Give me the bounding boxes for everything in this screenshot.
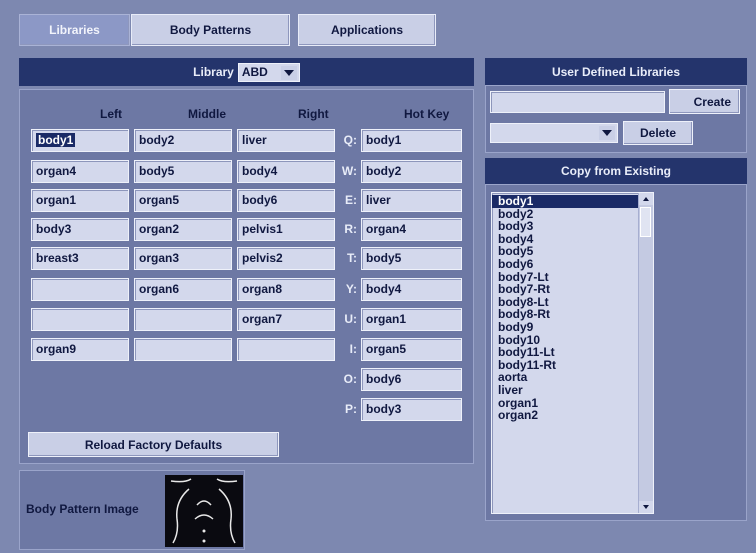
body-outline-icon bbox=[170, 478, 238, 544]
hotkey-key: R: bbox=[344, 222, 357, 236]
scroll-down-icon[interactable] bbox=[639, 501, 653, 513]
hotkey-field[interactable]: body5 bbox=[361, 247, 462, 270]
grid-cell-left[interactable]: organ4 bbox=[31, 160, 129, 183]
user-defined-header: User Defined Libraries bbox=[485, 58, 747, 85]
list-item[interactable]: body11-Lt bbox=[492, 346, 639, 359]
grid-cell-right[interactable]: pelvis1 bbox=[237, 218, 335, 241]
delete-button[interactable]: Delete bbox=[623, 121, 693, 145]
grid-cell-left[interactable]: organ9 bbox=[31, 338, 129, 361]
list-item[interactable]: body9 bbox=[492, 321, 639, 334]
library-label: Library bbox=[193, 65, 234, 79]
tab-libraries[interactable]: Libraries bbox=[19, 14, 130, 46]
hotkey-key: U: bbox=[344, 312, 357, 326]
body-pattern-label: Body Pattern Image bbox=[26, 502, 139, 516]
library-select[interactable]: ABD bbox=[237, 62, 300, 82]
hotkey-field[interactable]: organ5 bbox=[361, 338, 462, 361]
hotkey-field[interactable]: body4 bbox=[361, 278, 462, 301]
hotkey-key: P: bbox=[345, 402, 357, 416]
library-select-value: ABD bbox=[241, 65, 268, 79]
hotkey-field[interactable]: body6 bbox=[361, 368, 462, 391]
grid-cell-left[interactable] bbox=[31, 308, 129, 331]
library-list[interactable]: body1 body2 body3 body4 body5 body6 body… bbox=[491, 192, 654, 514]
body-pattern-image bbox=[165, 475, 243, 547]
hotkey-key: Q: bbox=[343, 133, 357, 147]
hotkey-key: E: bbox=[345, 193, 357, 207]
hotkey-key: Y: bbox=[345, 282, 357, 296]
hotkey-field[interactable]: body1 bbox=[361, 129, 462, 152]
grid-cell-right[interactable]: pelvis2 bbox=[237, 247, 335, 270]
hotkey-field[interactable]: organ4 bbox=[361, 218, 462, 241]
grid-cell-right[interactable]: organ7 bbox=[237, 308, 335, 331]
grid-cell-left[interactable]: body1 bbox=[31, 129, 129, 152]
tab-body-patterns[interactable]: Body Patterns bbox=[131, 14, 290, 46]
grid-cell-left[interactable]: body3 bbox=[31, 218, 129, 241]
grid-cell-middle[interactable]: body5 bbox=[134, 160, 232, 183]
list-scrollbar[interactable] bbox=[638, 193, 653, 513]
grid-cell-middle[interactable]: body2 bbox=[134, 129, 232, 152]
grid-cell-text: body1 bbox=[36, 133, 76, 147]
grid-cell-right[interactable]: organ8 bbox=[237, 278, 335, 301]
copy-existing-header: Copy from Existing bbox=[485, 158, 747, 184]
tab-applications[interactable]: Applications bbox=[298, 14, 436, 46]
grid-cell-right[interactable]: body6 bbox=[237, 189, 335, 212]
grid-cell-middle[interactable]: organ3 bbox=[134, 247, 232, 270]
copy-existing-title: Copy from Existing bbox=[560, 164, 671, 178]
hotkey-key: I: bbox=[349, 342, 357, 356]
grid-cell-right[interactable]: body4 bbox=[237, 160, 335, 183]
scroll-up-icon[interactable] bbox=[639, 193, 653, 205]
user-defined-title: User Defined Libraries bbox=[551, 64, 681, 79]
list-item[interactable]: liver bbox=[492, 384, 639, 397]
scroll-thumb[interactable] bbox=[640, 207, 651, 237]
chevron-down-icon[interactable] bbox=[280, 65, 297, 80]
body-pattern-panel: Body Pattern Image bbox=[19, 470, 245, 550]
hotkey-key: T: bbox=[347, 251, 357, 265]
library-list-items: body1 body2 body3 body4 body5 body6 body… bbox=[492, 195, 639, 422]
hotkey-key: W: bbox=[341, 164, 357, 178]
hotkey-field[interactable]: body2 bbox=[361, 160, 462, 183]
column-right-header: Right bbox=[298, 107, 329, 121]
create-button[interactable]: Create bbox=[669, 89, 740, 114]
grid-cell-middle[interactable]: organ2 bbox=[134, 218, 232, 241]
grid-cell-right[interactable]: liver bbox=[237, 129, 335, 152]
grid-cell-middle[interactable]: organ6 bbox=[134, 278, 232, 301]
hotkey-field[interactable]: body3 bbox=[361, 398, 462, 421]
library-header: Library ABD bbox=[19, 58, 474, 86]
list-item[interactable]: body7-Rt bbox=[492, 283, 639, 296]
user-library-select[interactable] bbox=[490, 123, 618, 143]
list-item[interactable]: body1 bbox=[492, 195, 639, 208]
grid-cell-left[interactable] bbox=[31, 278, 129, 301]
hotkey-field[interactable]: organ1 bbox=[361, 308, 462, 331]
hotkey-key: O: bbox=[343, 372, 357, 386]
list-item[interactable]: body3 bbox=[492, 220, 639, 233]
library-name-input[interactable] bbox=[490, 91, 665, 113]
list-item[interactable]: organ2 bbox=[492, 409, 639, 422]
reload-factory-defaults-button[interactable]: Reload Factory Defaults bbox=[28, 432, 279, 457]
grid-cell-middle[interactable] bbox=[134, 308, 232, 331]
grid-cell-left[interactable]: organ1 bbox=[31, 189, 129, 212]
grid-cell-middle[interactable]: organ5 bbox=[134, 189, 232, 212]
chevron-down-icon[interactable] bbox=[599, 126, 615, 140]
grid-cell-left[interactable]: breast3 bbox=[31, 247, 129, 270]
column-left-header: Left bbox=[100, 107, 122, 121]
grid-cell-right[interactable] bbox=[237, 338, 335, 361]
column-hotkey-header: Hot Key bbox=[404, 107, 450, 121]
list-item[interactable]: body6 bbox=[492, 258, 639, 271]
column-middle-header: Middle bbox=[188, 107, 226, 121]
grid-cell-middle[interactable] bbox=[134, 338, 232, 361]
hotkey-field[interactable]: liver bbox=[361, 189, 462, 212]
